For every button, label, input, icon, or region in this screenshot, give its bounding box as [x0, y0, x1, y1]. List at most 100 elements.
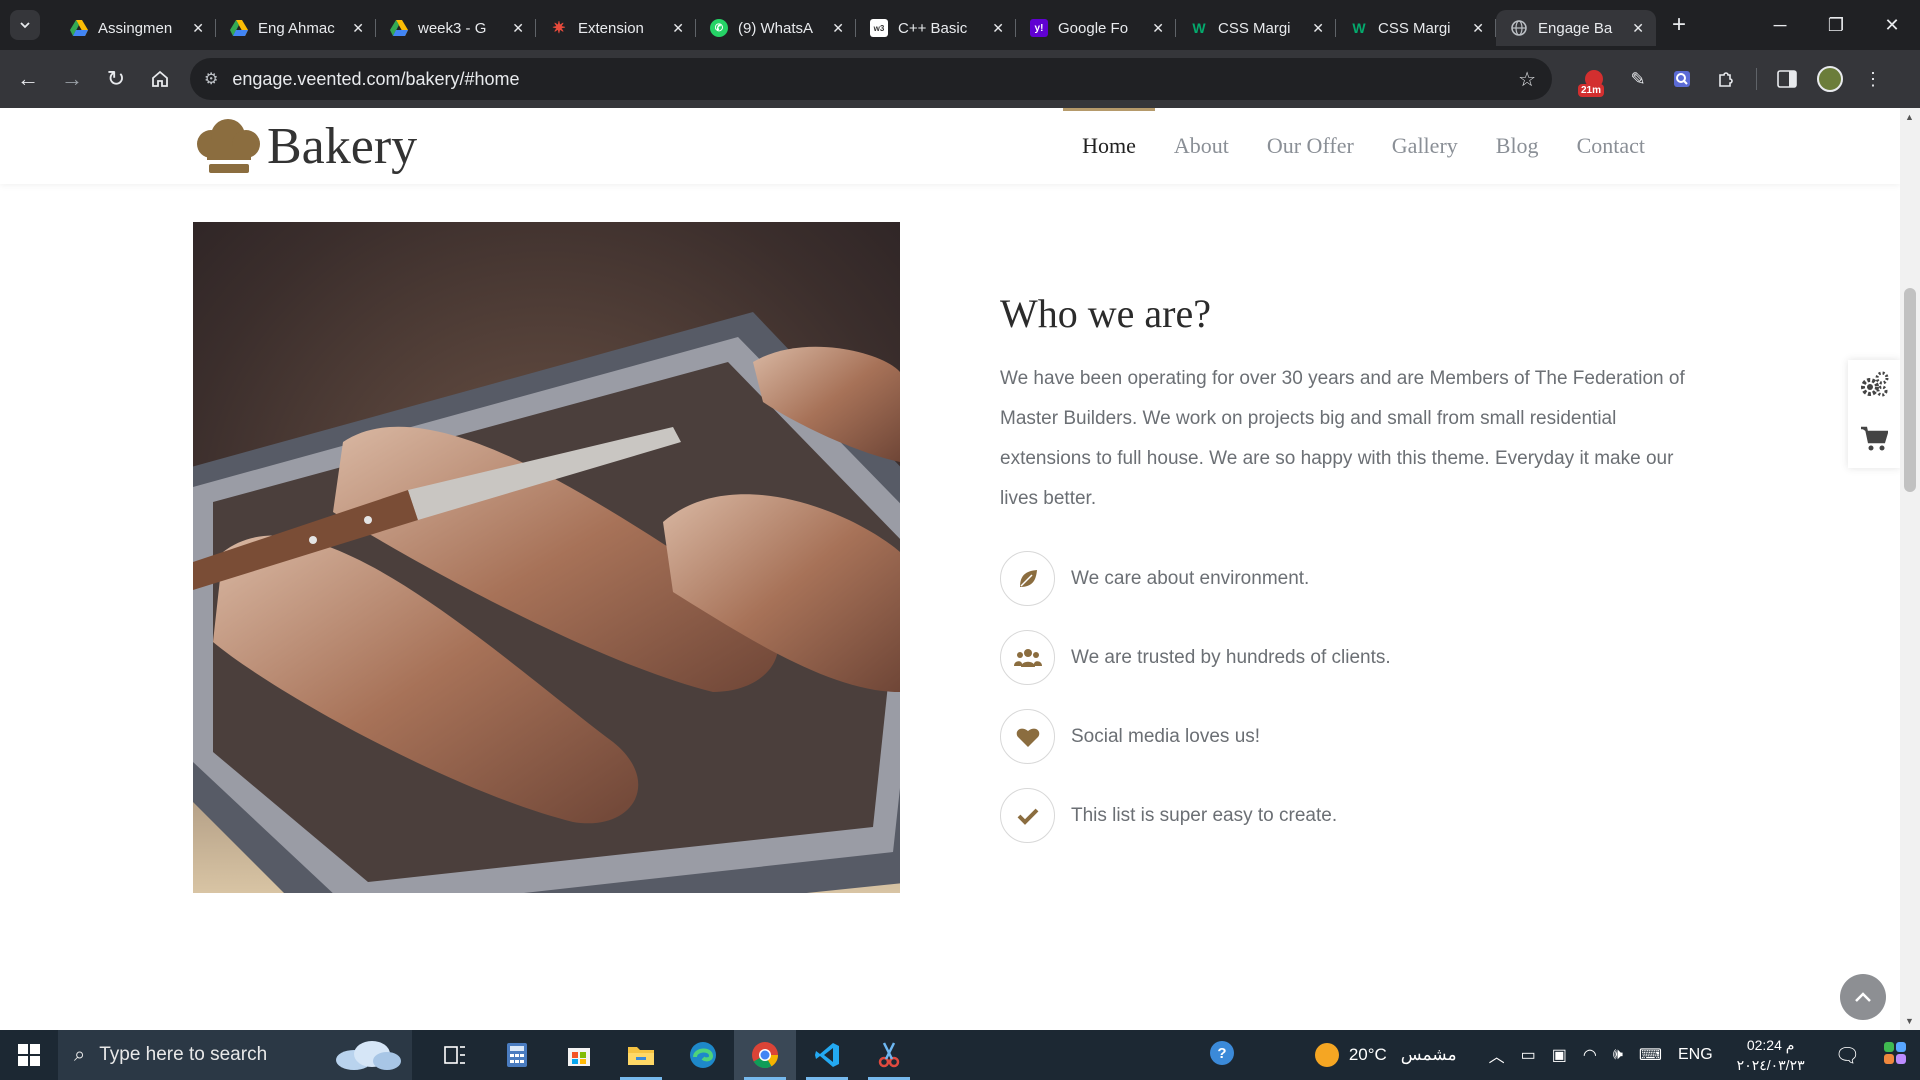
close-window-icon[interactable]: ✕ [1864, 15, 1920, 36]
chef-hat-icon [193, 116, 263, 176]
taskbar-calculator[interactable] [486, 1030, 548, 1080]
tab-search-button[interactable] [10, 10, 40, 40]
extension-star-icon: ✷ [552, 20, 566, 37]
extension-badge: 21m [1578, 84, 1605, 97]
notifications-icon[interactable]: 🗨 [1835, 1043, 1860, 1068]
minimize-icon[interactable]: ─ [1752, 15, 1808, 36]
close-tab-icon[interactable]: ✕ [832, 20, 844, 37]
site-logo[interactable]: Bakery [193, 116, 417, 176]
arrow-left-icon: ← [17, 66, 39, 91]
menu-item-contact[interactable]: Contact [1558, 108, 1664, 184]
menu-item-our-offer[interactable]: Our Offer [1248, 108, 1373, 184]
puzzle-icon[interactable] [1712, 65, 1740, 93]
show-hidden-icons-icon[interactable]: ︿ [1489, 1043, 1505, 1067]
timer-extension-icon[interactable]: 21m [1578, 65, 1608, 97]
tab-title: Google Fo [1058, 19, 1129, 37]
browser-tab-strip: Assingmen ✕ Eng Ahmac ✕ week3 - G ✕ ✷ Ex… [0, 0, 1920, 50]
site-header: Bakery Home About Our Offer Gallery Blog… [0, 108, 1900, 184]
browser-tab[interactable]: w3 C++ Basic ✕ [856, 10, 1016, 46]
side-panel-icon[interactable] [1773, 65, 1801, 93]
volume-icon[interactable]: 🕪 [1613, 1046, 1623, 1064]
language-indicator[interactable]: ENG [1678, 1046, 1713, 1064]
search-extension-icon[interactable] [1668, 65, 1696, 93]
back-button[interactable]: ← [6, 57, 50, 101]
tab-title: Engage Ba [1538, 19, 1613, 37]
store-icon [568, 1048, 590, 1066]
taskbar-store[interactable] [548, 1030, 610, 1080]
scroll-down-icon[interactable]: ▼ [1905, 1016, 1914, 1026]
browser-tab[interactable]: week3 - G ✕ [376, 10, 536, 46]
start-button[interactable] [0, 1030, 58, 1080]
section-paragraph: We have been operating for over 30 years… [1000, 368, 1685, 509]
calculator-icon [507, 1043, 527, 1067]
chevron-up-icon [1855, 992, 1871, 1002]
close-tab-icon[interactable]: ✕ [992, 20, 1004, 37]
system-clock[interactable]: 02:24 م ٢٠٢٤/٠٣/٢٣ [1737, 1035, 1805, 1075]
clock-time: 02:24 م [1746, 1037, 1795, 1053]
menu-item-gallery[interactable]: Gallery [1373, 108, 1477, 184]
site-info-icon[interactable]: ⚙ [204, 69, 218, 89]
vscode-icon [815, 1043, 839, 1067]
taskbar-search[interactable]: ⌕ Type here to search [58, 1030, 412, 1080]
page-scrollbar[interactable]: ▲ ▼ [1900, 108, 1920, 1030]
browser-tab[interactable]: ✷ Extension ✕ [536, 10, 696, 46]
home-button[interactable] [138, 57, 182, 101]
taskbar-vscode[interactable] [796, 1030, 858, 1080]
tab-title: C++ Basic [898, 19, 968, 37]
forward-button[interactable]: → [50, 57, 94, 101]
chevron-down-icon [20, 22, 30, 29]
close-tab-icon[interactable]: ✕ [1312, 20, 1324, 37]
close-tab-icon[interactable]: ✕ [512, 20, 524, 37]
battery-icon[interactable]: ▭ [1521, 1045, 1536, 1065]
scroll-thumb[interactable] [1904, 288, 1916, 492]
taskbar-chrome[interactable] [734, 1030, 796, 1080]
edge-icon [690, 1042, 716, 1068]
help-icon[interactable]: ? [1209, 1040, 1235, 1071]
keyboard-icon[interactable]: ⌨ [1639, 1045, 1662, 1065]
close-tab-icon[interactable]: ✕ [192, 20, 204, 37]
reload-button[interactable]: ↻ [94, 57, 138, 101]
profile-avatar[interactable] [1817, 66, 1843, 92]
taskbar-file-explorer[interactable] [610, 1030, 672, 1080]
taskbar-snipping-tool[interactable] [858, 1030, 920, 1080]
close-tab-icon[interactable]: ✕ [1632, 20, 1644, 37]
weather-desc: مشمس [1400, 1045, 1457, 1064]
side-toolbar [1848, 360, 1900, 468]
gears-icon[interactable] [1859, 371, 1889, 404]
eyedropper-icon[interactable]: ✎ [1624, 65, 1652, 93]
close-tab-icon[interactable]: ✕ [1472, 20, 1484, 37]
system-tray: ? 20°C مشمس ︿ ▭ ▣ ◠ 🕪 ⌨ ENG 02:24 م ٢٠٢٤… [1201, 1030, 1920, 1080]
cart-icon[interactable] [1860, 426, 1889, 457]
browser-tab[interactable]: Eng Ahmac ✕ [216, 10, 376, 46]
restore-icon[interactable]: ❐ [1808, 15, 1864, 36]
copilot-icon[interactable] [1882, 1040, 1908, 1071]
back-to-top-button[interactable] [1840, 974, 1886, 1020]
browser-tab-active[interactable]: Engage Ba ✕ [1496, 10, 1656, 46]
weather-widget[interactable]: 20°C مشمس [1314, 1043, 1457, 1067]
close-tab-icon[interactable]: ✕ [352, 20, 364, 37]
google-drive-icon [70, 19, 88, 37]
browser-tab[interactable]: ✆ (9) WhatsA ✕ [696, 10, 856, 46]
bakery-photo [193, 222, 900, 893]
browser-tab[interactable]: Assingmen ✕ [56, 10, 216, 46]
meet-now-icon[interactable]: ▣ [1552, 1045, 1567, 1065]
extensions-area: 21m ✎ ⋮ [1578, 65, 1887, 97]
menu-item-home[interactable]: Home [1063, 108, 1155, 184]
url-text[interactable]: engage.veented.com/bakery/#home [232, 69, 1518, 90]
browser-tab[interactable]: W CSS Margi ✕ [1336, 10, 1496, 46]
more-menu-icon[interactable]: ⋮ [1859, 65, 1887, 93]
browser-tab[interactable]: W CSS Margi ✕ [1176, 10, 1336, 46]
menu-item-blog[interactable]: Blog [1477, 108, 1558, 184]
browser-tab[interactable]: y! Google Fo ✕ [1016, 10, 1176, 46]
feature-label: This list is super easy to create. [1071, 804, 1338, 826]
address-bar[interactable]: ⚙ engage.veented.com/bakery/#home ☆ [190, 58, 1552, 100]
close-tab-icon[interactable]: ✕ [1152, 20, 1164, 37]
scroll-up-icon[interactable]: ▲ [1905, 112, 1914, 122]
menu-item-about[interactable]: About [1155, 108, 1248, 184]
taskbar-edge[interactable] [672, 1030, 734, 1080]
new-tab-button[interactable]: + [1672, 11, 1686, 39]
task-view-button[interactable] [424, 1030, 486, 1080]
close-tab-icon[interactable]: ✕ [672, 20, 684, 37]
wifi-icon[interactable]: ◠ [1583, 1045, 1597, 1065]
bookmark-star-icon[interactable]: ☆ [1518, 67, 1536, 92]
